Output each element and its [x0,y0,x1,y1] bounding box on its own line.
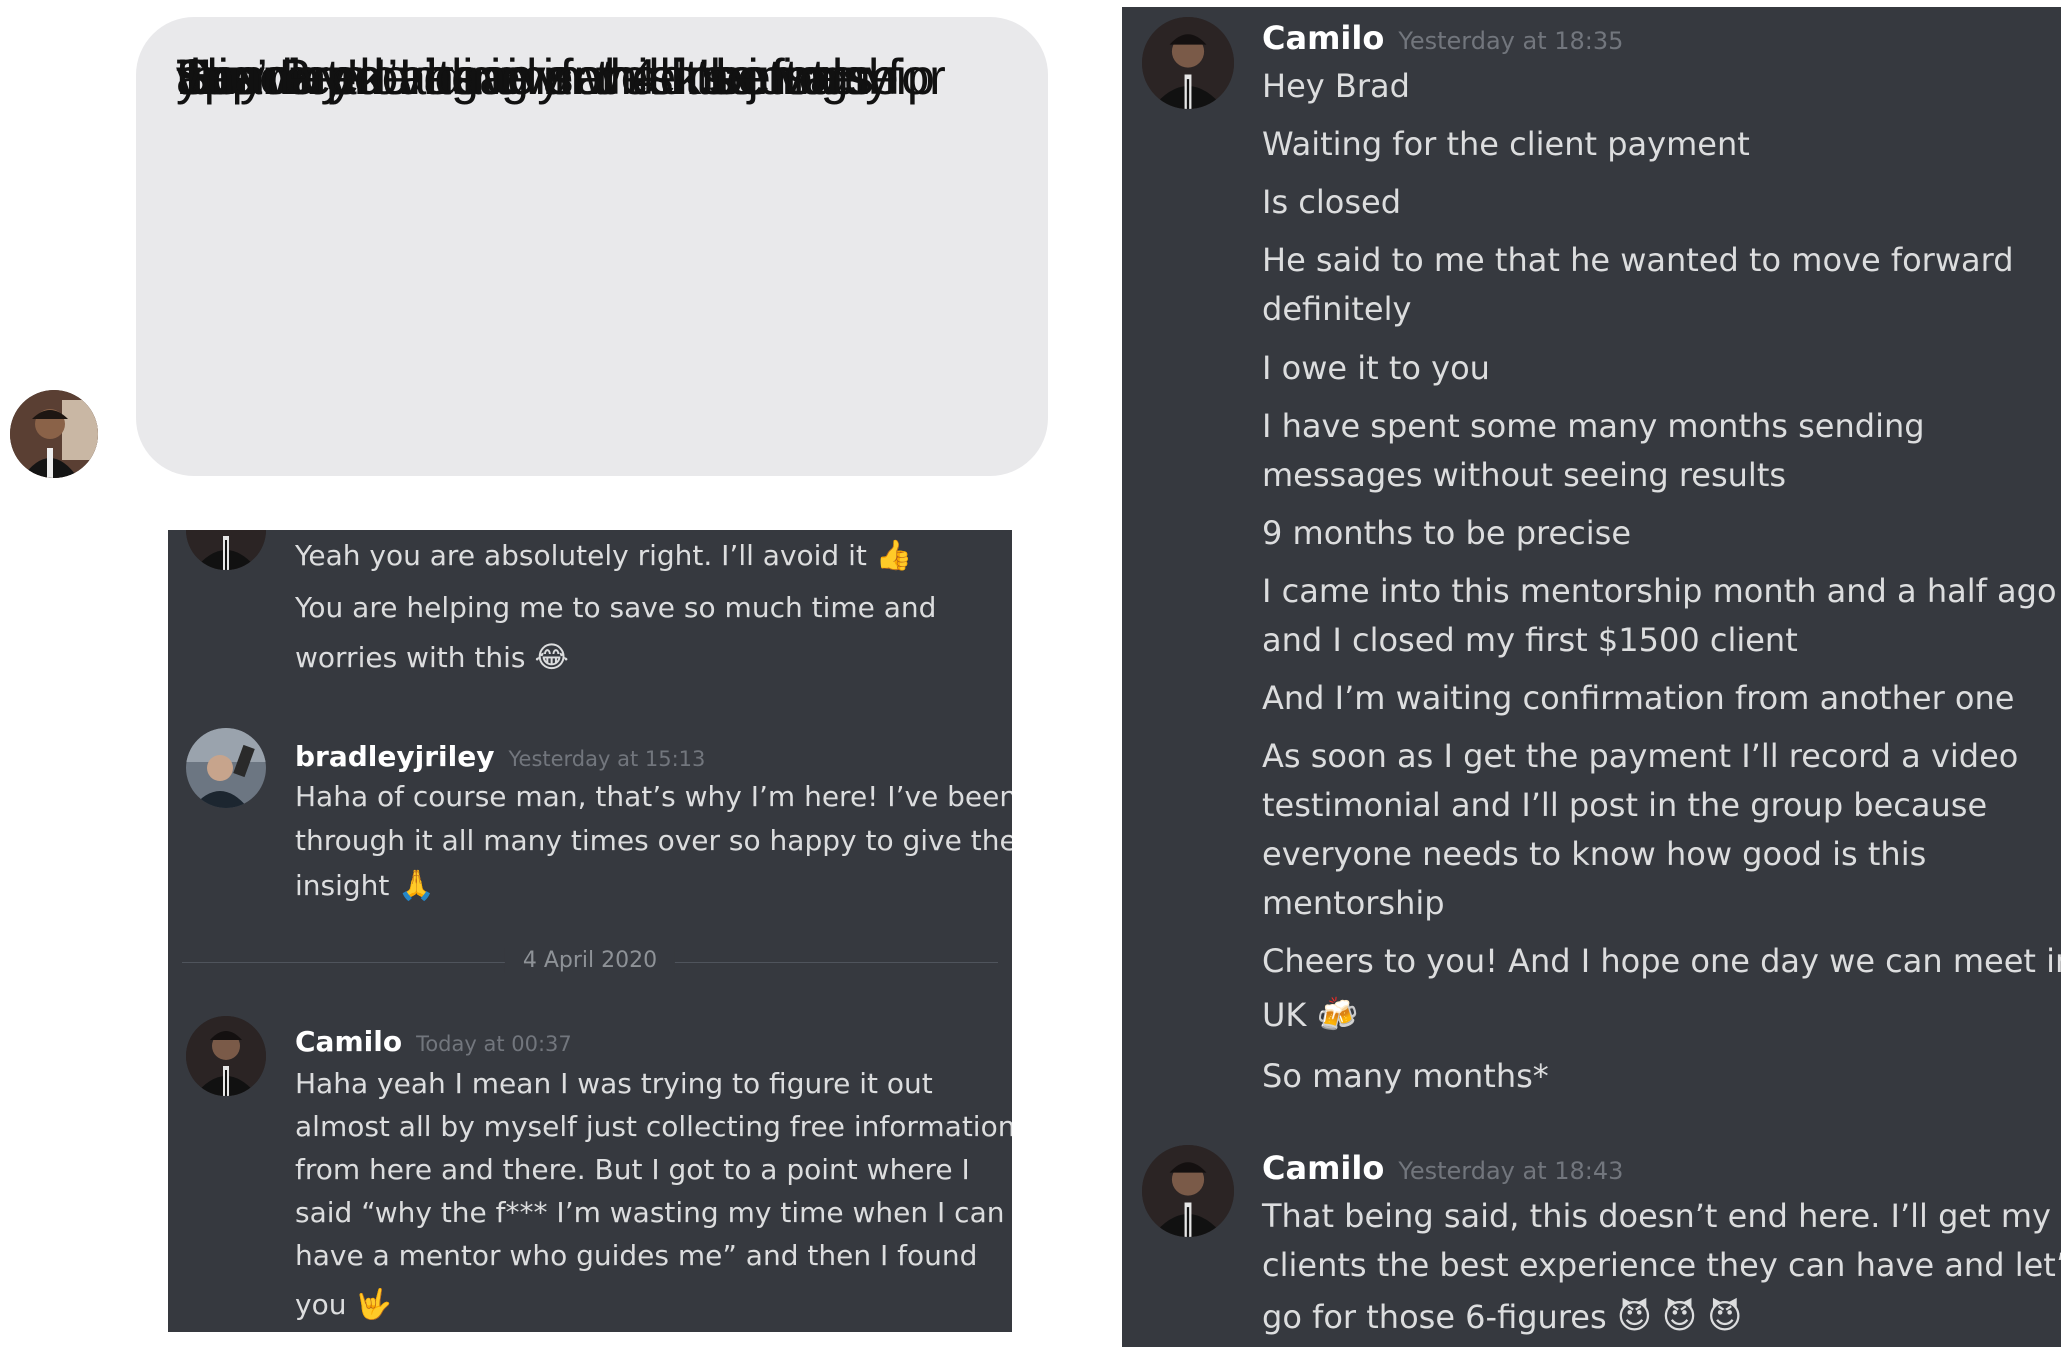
laughing-face-icon: 😂 [534,640,569,674]
person-avatar-icon [186,728,266,808]
imessage-text-line: you’re providing in this mentorship [176,49,935,105]
imessage-sender-avatar[interactable] [10,390,98,478]
person-avatar-icon [1142,17,1234,109]
love-you-gesture-icon: 🤟 [355,1287,392,1321]
message-text-line: That being said, this doesn’t end here. … [1262,1197,2051,1235]
message-text-line: have a mentor who guides me” and then I … [295,1239,978,1272]
clinking-beer-mugs-icon: 🍻 [1316,995,1359,1034]
message-text-line: As soon as I get the payment I’ll record… [1262,737,2019,775]
username[interactable]: bradleyjriley [295,740,494,773]
message-text-line: I came into this mentorship month and a … [1262,572,2057,610]
message-text-line: Hey Brad [1262,67,1410,105]
message-text-line: UK 🍻 [1262,995,1359,1034]
thumbs-up-icon: 👍 [875,538,913,572]
message-text-line: Haha of course man, that’s why I’m here!… [295,780,1012,813]
camilo-avatar[interactable] [186,530,266,570]
message-text-line: through it all many times over so happy … [295,824,1012,857]
message-text-line: Haha yeah I mean I was trying to figure … [295,1067,933,1100]
message-text-line: He said to me that he wanted to move for… [1262,241,2014,279]
imessage-bubble: Hey Brad I have set 4 meetings for this … [136,17,1048,476]
camilo-avatar[interactable] [1142,1145,1234,1237]
camilo-avatar[interactable] [1142,17,1234,109]
username[interactable]: Camilo [1262,19,1384,57]
bradleyjriley-avatar[interactable] [186,728,266,808]
message-text-line: Cheers to you! And I hope one day we can… [1262,942,2061,980]
message-text-line: Waiting for the client payment [1262,125,1750,163]
timestamp: Yesterday at 18:35 [1398,27,1624,55]
message-header: bradleyjriley Yesterday at 15:13 [295,740,705,773]
person-avatar-icon [1142,1145,1234,1237]
message-text-line: you 🤟 [295,1287,392,1321]
message-header: Camilo Yesterday at 18:43 [1262,1149,1623,1187]
message-text-line: messages without seeing results [1262,456,1787,494]
smiling-imp-icon: 😈 [1707,1297,1743,1336]
message-text-line: So many months* [1262,1057,1549,1095]
message-text-line: And I’m waiting confirmation from anothe… [1262,679,2015,717]
person-avatar-icon [10,390,98,478]
discord-chat-panel-left: Yeah you are absolutely right. I’ll avoi… [168,530,1012,1332]
date-divider: 4 April 2020 [182,948,998,973]
timestamp: Yesterday at 15:13 [508,747,706,771]
timestamp: Today at 00:37 [416,1032,572,1056]
message-text-line: testimonial and I’ll post in the group b… [1262,786,1988,824]
username[interactable]: Camilo [295,1025,402,1058]
username[interactable]: Camilo [1262,1149,1384,1187]
smiling-imp-icon: 😈 [1616,1297,1652,1336]
camilo-avatar[interactable] [186,1016,266,1096]
message-text-line: mentorship [1262,884,1445,922]
message-text-line: everyone needs to know how good is this [1262,835,1927,873]
message-text-line: said “why the f*** I’m wasting my time w… [295,1196,1005,1229]
message-header: Camilo Yesterday at 18:35 [1262,19,1623,57]
message-text-line: almost all by myself just collecting fre… [295,1110,1012,1143]
message-text-line: definitely [1262,290,1412,328]
message-text-line: and I closed my first $1500 client [1262,621,1798,659]
message-text-line: worries with this 😂 [295,640,569,674]
message-text-line: I have spent some many months sending [1262,407,1925,445]
folded-hands-icon: 🙏 [398,868,435,902]
message-text-line: go for those 6-figures 😈 😈 😈 [1262,1297,1743,1336]
date-divider-label: 4 April 2020 [504,948,676,973]
message-text-line: from here and there. But I got to a poin… [295,1153,970,1186]
message-text-line: 9 months to be precise [1262,514,1631,552]
discord-chat-panel-right: Camilo Yesterday at 18:35 Hey Brad Waitin… [1122,7,2061,1347]
message-text-line: clients the best experience they can hav… [1262,1246,2061,1284]
message-text-line: Is closed [1262,183,1402,221]
timestamp: Yesterday at 18:43 [1398,1157,1624,1185]
person-avatar-icon [186,530,266,570]
message-header: Camilo Today at 00:37 [295,1025,572,1058]
smiling-imp-icon: 😈 [1662,1297,1698,1336]
message-text-line: I owe it to you [1262,349,1490,387]
person-avatar-icon [186,1016,266,1096]
message-text-line: insight 🙏 [295,868,435,902]
message-text-line: You are helping me to save so much time … [295,591,937,624]
message-text-line: Yeah you are absolutely right. I’ll avoi… [295,538,913,572]
